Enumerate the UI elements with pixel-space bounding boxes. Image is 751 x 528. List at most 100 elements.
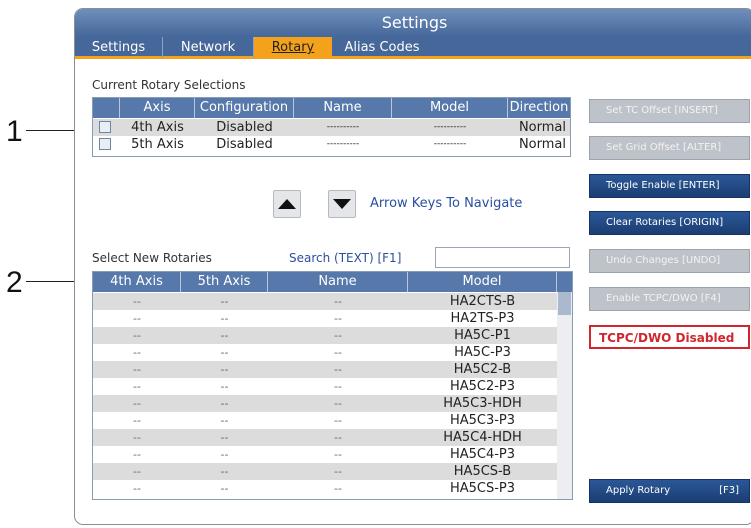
scrollbar-thumb[interactable] [558, 292, 571, 315]
arrow-down-icon [333, 199, 351, 209]
navigation-hint: Arrow Keys To Navigate [370, 196, 523, 211]
cell-a4: -- [133, 431, 141, 444]
cell-name: -- [334, 465, 342, 478]
cell-a5: -- [220, 431, 229, 444]
cell-model: HA5C4-HDH [443, 430, 522, 445]
cell-model: HA5CS-B [453, 464, 512, 479]
cell-a5: -- [220, 380, 229, 393]
current-row-4th[interactable]: 4th Axis Disabled ---------- ---------- … [93, 119, 570, 136]
apply-rotary-label: Apply Rotary [606, 485, 671, 496]
cell-a4: -- [133, 346, 141, 359]
table-row[interactable]: -- -- -- HA5C3-P3 [93, 412, 557, 429]
cell-model: HA5C2-P3 [449, 379, 516, 394]
col-model: Model [392, 98, 508, 118]
cell-name: -- [334, 380, 342, 393]
table-row[interactable]: -- -- -- HA5C4-P3 [93, 446, 557, 463]
apply-rotary-key: [F3] [719, 485, 739, 496]
cell-name: -- [334, 397, 342, 410]
cell-name: -- [334, 295, 342, 308]
scrollbar-track[interactable] [557, 292, 572, 499]
settings-window: Settings Settings Network Rotary Alias C… [74, 8, 751, 525]
table-row[interactable]: -- -- -- HA5C4-HDH [93, 429, 557, 446]
arrow-up-button[interactable] [273, 190, 301, 218]
checkbox-4th-axis[interactable] [99, 121, 111, 133]
cell-name: -- [334, 414, 342, 427]
cell-name: -- [334, 431, 342, 444]
cell-a4: -- [133, 448, 141, 461]
current-rotary-table: Axis Configuration Name Model Direction … [92, 97, 571, 157]
tab-bar: Settings Network Rotary Alias Codes [75, 37, 751, 59]
search-input[interactable] [435, 247, 570, 268]
cell-a5: -- [220, 482, 229, 495]
callout-1: 1 [6, 115, 23, 148]
cell-model: HA5C-P3 [454, 345, 511, 360]
cell-model: HA5C3-P3 [449, 413, 516, 428]
table-row[interactable]: -- -- -- HA5C-P1 [93, 327, 557, 344]
current-table-header: Axis Configuration Name Model Direction [93, 98, 570, 118]
callout-2: 2 [6, 266, 23, 299]
table-row[interactable]: -- -- -- HA2TS-P3 [93, 310, 557, 327]
cell-a4: -- [133, 397, 141, 410]
window-title: Settings [75, 9, 751, 37]
current-selections-heading: Current Rotary Selections [92, 78, 246, 92]
toggle-enable-button[interactable]: Toggle Enable [ENTER] [589, 174, 750, 198]
cell-name: -- [334, 482, 342, 495]
new-table-header: 4th Axis 5th Axis Name Model [93, 272, 572, 292]
set-grid-offset-button[interactable]: Set Grid Offset [ALTER] [589, 136, 750, 160]
table-row[interactable]: -- -- -- HA5CS-P3 [93, 480, 557, 497]
col-configuration: Configuration [195, 98, 294, 118]
col-5th-axis[interactable]: 5th Axis [181, 272, 268, 292]
col-model[interactable]: Model [408, 272, 557, 292]
cell-a5: -- [220, 312, 229, 325]
cell-name: -- [334, 312, 342, 325]
table-row[interactable]: -- -- -- HA5C2-B [93, 361, 557, 378]
cell-name: -- [334, 448, 342, 461]
tab-rotary[interactable]: Rotary [254, 37, 332, 59]
cell-a5: -- [220, 363, 229, 376]
col-name[interactable]: Name [268, 272, 408, 292]
col-direction: Direction [509, 100, 569, 115]
set-tc-offset-button[interactable]: Set TC Offset [INSERT] [589, 99, 750, 123]
cell-model: HA5C3-HDH [443, 396, 522, 411]
tab-alias-codes[interactable]: Alias Codes [332, 37, 432, 59]
cell-a5: -- [220, 448, 229, 461]
table-row[interactable]: -- -- -- HA2CTS-B [93, 293, 557, 310]
cell-model: HA5C2-B [453, 362, 512, 377]
cell-a5: -- [220, 346, 229, 359]
tab-settings[interactable]: Settings [75, 37, 163, 59]
col-4th-axis[interactable]: 4th Axis [93, 272, 181, 292]
col-name: Name [294, 98, 392, 118]
cell-a4: -- [133, 380, 141, 393]
cell-model: HA5CS-P3 [449, 481, 516, 496]
cell-a4: -- [133, 414, 141, 427]
tab-network[interactable]: Network [163, 37, 254, 59]
table-row[interactable]: -- -- -- HA5C-P3 [93, 344, 557, 361]
table-row[interactable]: -- -- -- HA5CS-B [93, 463, 557, 480]
cell-a4: -- [133, 312, 141, 325]
cell-a4: -- [133, 482, 141, 495]
cell-model: HA2TS-P3 [450, 311, 515, 326]
cell-model: HA5C-P1 [454, 328, 511, 343]
new-rotaries-table: 4th Axis 5th Axis Name Model -- -- -- HA2CT… [92, 271, 573, 500]
table-row[interactable]: -- -- -- HA5C3-HDH [93, 395, 557, 412]
cell-a5: -- [220, 397, 229, 410]
checkbox-5th-axis[interactable] [99, 138, 111, 150]
cell-a4: -- [133, 465, 141, 478]
current-row-5th[interactable]: 5th Axis Disabled ---------- ---------- … [93, 136, 570, 153]
col-axis: Axis [120, 98, 195, 118]
cell-a4: -- [133, 329, 141, 342]
enable-tcpc-dwo-button[interactable]: Enable TCPC/DWO [F4] [589, 287, 750, 311]
tcpc-status-badge: TCPC/DWO Disabled [589, 325, 750, 349]
clear-rotaries-button[interactable]: Clear Rotaries [ORIGIN] [589, 211, 750, 235]
select-rotaries-heading: Select New Rotaries [92, 251, 212, 265]
table-row[interactable]: -- -- -- HA5C2-P3 [93, 378, 557, 395]
undo-changes-button[interactable]: Undo Changes [UNDO] [589, 249, 750, 273]
arrow-down-button[interactable] [328, 190, 356, 218]
cell-name: -- [334, 329, 342, 342]
cell-a5: -- [220, 414, 229, 427]
cell-a5: -- [220, 295, 229, 308]
apply-rotary-button[interactable]: Apply Rotary [F3] [589, 479, 750, 503]
cell-a4: -- [133, 363, 141, 376]
cell-a4: -- [133, 295, 141, 308]
cell-model: HA2CTS-B [449, 294, 516, 309]
